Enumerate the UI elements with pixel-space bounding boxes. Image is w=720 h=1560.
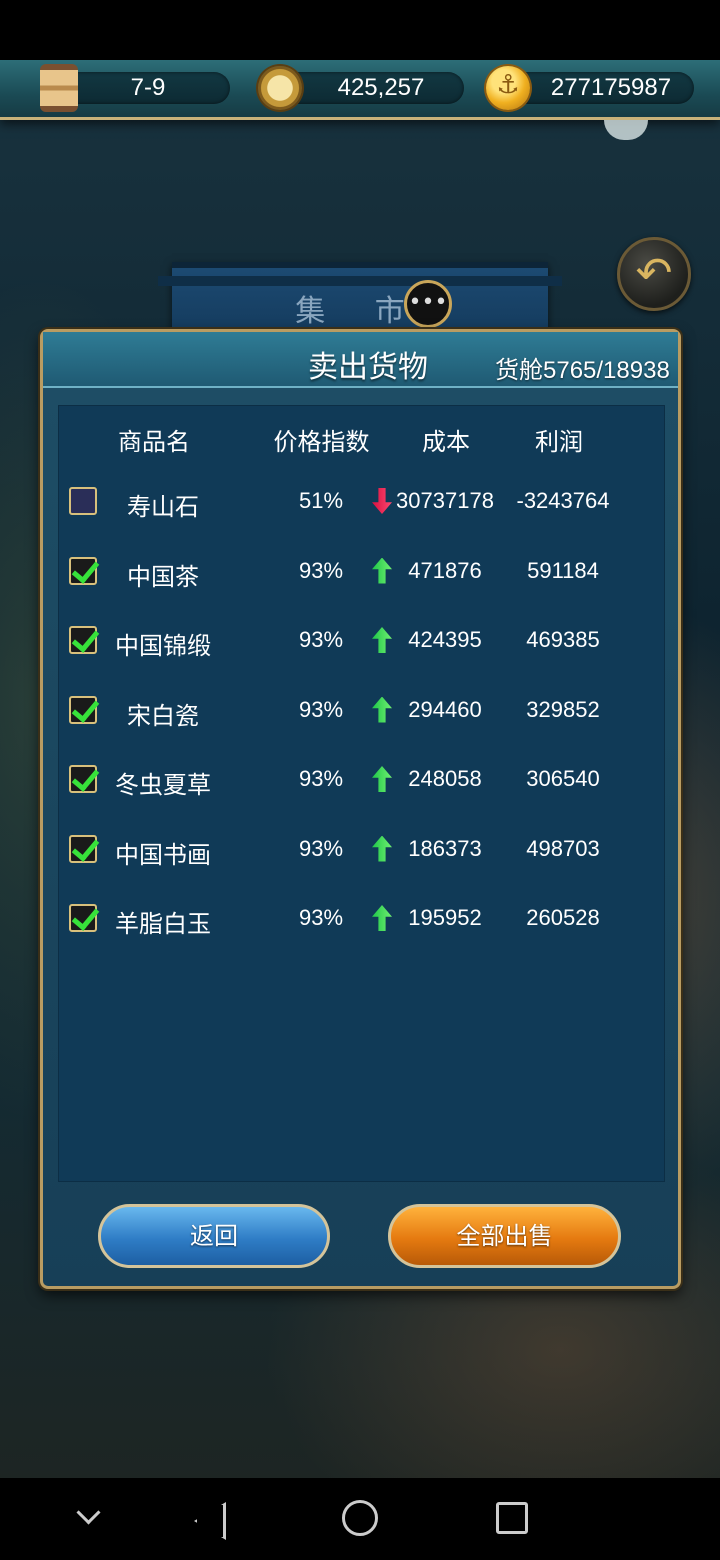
gold-value: 277175987 [550, 74, 672, 101]
goods-checkbox[interactable] [69, 626, 97, 654]
panel-title: 卖出货物 [308, 350, 428, 385]
market-sign: 集 市 ••• [158, 262, 562, 338]
goods-name: 中国锦缎 [115, 632, 211, 660]
nav-recents-icon[interactable] [496, 1502, 528, 1534]
cost-value: 424395 [408, 627, 482, 652]
header-cost: 成本 [422, 428, 470, 456]
cargo-label: 货舱 [495, 356, 543, 384]
price-index-value: 93% [298, 557, 344, 583]
hide-keyboard-icon[interactable] [68, 1498, 112, 1542]
header-name: 商品名 [118, 428, 190, 456]
goods-checkbox[interactable] [69, 765, 97, 793]
goods-row[interactable]: 冬虫夏草 93% 248058 306540 [59, 750, 666, 810]
profit-value: -3243764 [516, 488, 610, 513]
compass-resource: 425,257 [278, 72, 464, 104]
goods-checkbox[interactable] [69, 695, 97, 724]
cost-value: 30737178 [396, 488, 494, 513]
cargo-value: 5765/18938 [543, 357, 670, 384]
header-price-index: 价格指数 [273, 428, 370, 456]
profit-value: 469385 [526, 627, 600, 652]
goods-name: 中国书画 [115, 840, 211, 869]
cost-value: 471876 [408, 557, 482, 583]
market-title: 集 市 [295, 294, 425, 329]
price-index-value: 93% [298, 905, 344, 930]
goods-name: 宋白瓷 [127, 701, 199, 730]
goods-name: 冬虫夏草 [115, 771, 211, 799]
hourglass-icon [40, 64, 78, 112]
nav-home-icon[interactable] [342, 1500, 378, 1536]
status-bar [0, 0, 720, 60]
price-index-value: 93% [298, 766, 344, 791]
system-nav-bar [0, 1478, 720, 1560]
price-index-value: 93% [298, 696, 344, 722]
compass-icon [258, 66, 302, 110]
profit-value: 260528 [526, 905, 600, 930]
goods-checkbox[interactable] [69, 487, 97, 515]
goods-checkbox[interactable] [69, 904, 97, 932]
cargo-capacity: 货舱5765/18938 [495, 350, 670, 385]
price-index-value: 93% [298, 627, 344, 652]
time-value: 7-9 [130, 74, 166, 101]
panel-header: 卖出货物 货舱5765/18938 [43, 332, 678, 388]
chat-bubble-icon[interactable]: ••• [404, 280, 452, 328]
compass-value: 425,257 [337, 74, 425, 101]
profit-value: 591184 [527, 557, 599, 583]
goods-row[interactable]: 中国茶 93% 471876 591184 [59, 542, 666, 602]
sell-all-button[interactable]: 全部出售 [388, 1204, 621, 1268]
time-resource: 7-9 [60, 72, 230, 104]
cost-value: 195952 [408, 905, 482, 930]
header-profit: 利润 [535, 428, 583, 456]
goods-row[interactable]: 寿山石 51% 30737178 -3243764 [59, 472, 666, 532]
goods-name: 羊脂白玉 [115, 910, 211, 938]
gold-resource: 277175987 [506, 72, 694, 104]
back-arrow-button[interactable]: ↶ [617, 237, 691, 311]
return-button[interactable]: 返回 [98, 1204, 330, 1268]
back-arrow-icon: ↶ [635, 248, 673, 299]
cost-value: 186373 [408, 835, 482, 861]
goods-name: 中国茶 [127, 562, 199, 591]
price-index-value: 51% [298, 488, 344, 513]
cost-value: 294460 [408, 696, 482, 722]
goods-row[interactable]: 中国锦缎 93% 424395 469385 [59, 611, 666, 671]
sell-goods-panel: 卖出货物 货舱5765/18938 商品名 价格指数 成本 利润 寿山石 51% 3… [40, 329, 681, 1289]
nav-back-icon[interactable] [188, 1498, 232, 1542]
profit-value: 329852 [526, 696, 600, 722]
profit-value: 306540 [526, 766, 600, 791]
resource-bar: 7-9 425,257 277175987 [0, 60, 720, 140]
goods-row[interactable]: 中国书画 93% 186373 498703 [59, 820, 666, 880]
goods-checkbox[interactable] [69, 556, 97, 585]
goods-table: 商品名 价格指数 成本 利润 寿山石 51% 30737178 -3243764 中国茶… [58, 405, 665, 1182]
goods-row[interactable]: 宋白瓷 93% 294460 329852 [59, 681, 666, 741]
anchor-coin-icon [486, 66, 530, 110]
goods-row[interactable]: 羊脂白玉 93% 195952 260528 [59, 889, 666, 949]
profit-value: 498703 [526, 835, 600, 861]
goods-checkbox[interactable] [69, 834, 97, 863]
price-index-value: 93% [298, 835, 344, 861]
cost-value: 248058 [408, 766, 482, 791]
goods-name: 寿山石 [127, 493, 199, 521]
